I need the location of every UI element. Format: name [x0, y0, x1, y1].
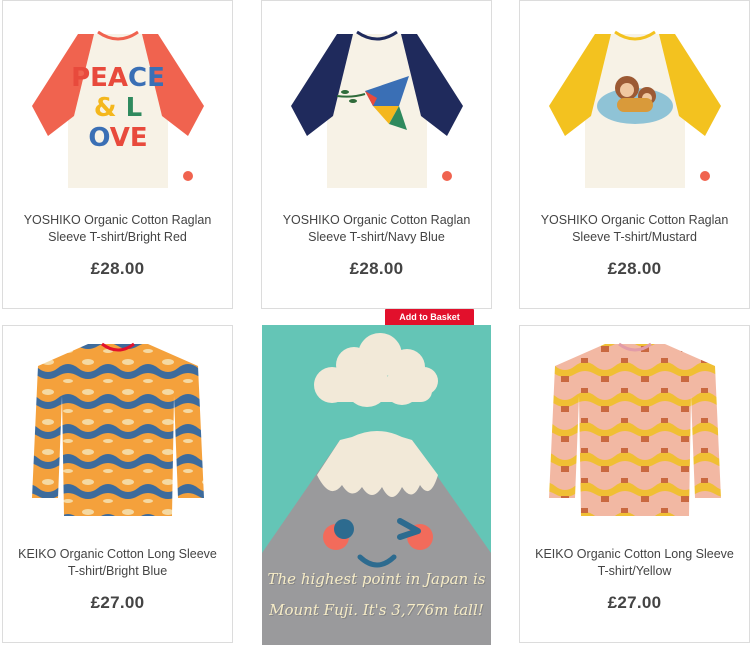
- product-title[interactable]: KEIKO Organic Cotton Long Sleeve T-shirt…: [9, 546, 226, 580]
- product-image[interactable]: [520, 1, 749, 201]
- product-image[interactable]: [520, 326, 749, 526]
- add-to-basket-button[interactable]: Add to Basket: [385, 309, 474, 325]
- product-price: £27.00: [607, 593, 662, 612]
- promo-text-line: Mount Fuji. It's 3,776m tall!: [269, 601, 484, 619]
- product-title-line[interactable]: YOSHIKO Organic Cotton Raglan: [9, 212, 226, 229]
- svg-text:OVE: OVE: [88, 123, 147, 153]
- product-title[interactable]: YOSHIKO Organic Cotton Raglan Sleeve T-s…: [526, 212, 743, 246]
- promo-text-line: The highest point in Japan is: [267, 570, 486, 588]
- product-card-4[interactable]: KEIKO Organic Cotton Long Sleeve T-shirt…: [2, 325, 233, 643]
- product-title[interactable]: YOSHIKO Organic Cotton Raglan Sleeve T-s…: [268, 212, 485, 246]
- product-card-3[interactable]: YOSHIKO Organic Cotton Raglan Sleeve T-s…: [519, 0, 750, 309]
- product-image[interactable]: [3, 326, 232, 526]
- product-title[interactable]: YOSHIKO Organic Cotton Raglan Sleeve T-s…: [9, 212, 226, 246]
- product-title[interactable]: KEIKO Organic Cotton Long Sleeve T-shirt…: [526, 546, 743, 580]
- product-image[interactable]: PEACE & L OVE: [3, 1, 232, 201]
- product-title-line[interactable]: Sleeve T-shirt/Bright Red: [9, 229, 226, 246]
- product-card-1[interactable]: PEACE & L OVE YOSHIKO Organic Cotton Rag…: [2, 0, 233, 309]
- product-price: £27.00: [90, 593, 145, 612]
- product-title-line[interactable]: KEIKO Organic Cotton Long Sleeve: [9, 546, 226, 563]
- product-card-5[interactable]: KEIKO Organic Cotton Long Sleeve T-shirt…: [519, 325, 750, 643]
- product-price: £28.00: [90, 259, 145, 278]
- product-title-line[interactable]: YOSHIKO Organic Cotton Raglan: [268, 212, 485, 229]
- product-price: £28.00: [349, 259, 404, 278]
- product-card-2[interactable]: YOSHIKO Organic Cotton Raglan Sleeve T-s…: [261, 0, 492, 309]
- product-title-line[interactable]: YOSHIKO Organic Cotton Raglan: [526, 212, 743, 229]
- product-image[interactable]: [262, 1, 491, 201]
- promo-banner-mount-fuji: The highest point in Japan is Mount Fuji…: [262, 325, 491, 645]
- product-title-line[interactable]: Sleeve T-shirt/Mustard: [526, 229, 743, 246]
- product-title-line[interactable]: Sleeve T-shirt/Navy Blue: [268, 229, 485, 246]
- svg-text:PEACE: PEACE: [71, 63, 165, 93]
- product-title-line[interactable]: T-shirt/Bright Blue: [9, 563, 226, 580]
- product-title-line[interactable]: KEIKO Organic Cotton Long Sleeve: [526, 546, 743, 563]
- product-title-line[interactable]: T-shirt/Yellow: [526, 563, 743, 580]
- svg-text:& L: & L: [93, 93, 141, 123]
- product-price: £28.00: [607, 259, 662, 278]
